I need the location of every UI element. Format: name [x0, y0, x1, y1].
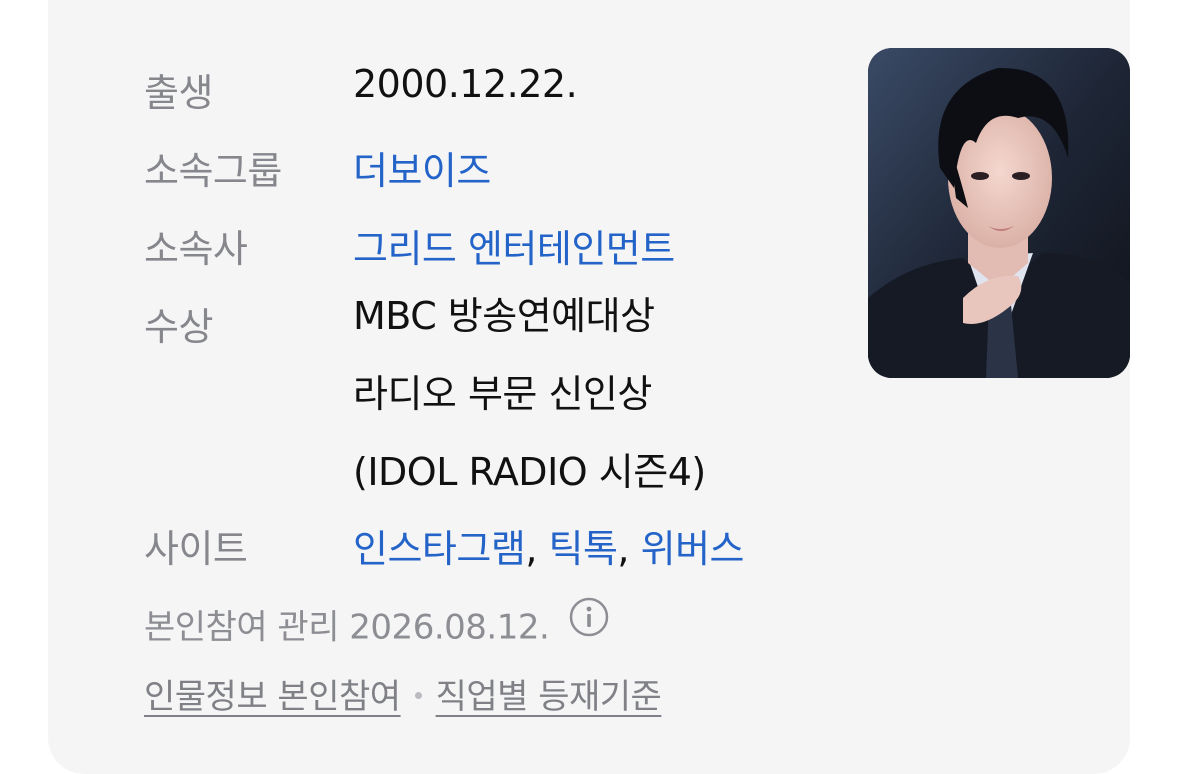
birth-label: 출생: [144, 71, 213, 115]
birth-value: 2000.12.22.: [353, 62, 578, 106]
site-link-instagram[interactable]: 인스타그램: [353, 527, 526, 571]
person-portrait-photo: [868, 48, 1130, 378]
sites-value: 인스타그램, 틱톡, 위버스: [353, 518, 745, 573]
site-link-weverse[interactable]: 위버스: [641, 527, 745, 571]
sites-label: 사이트: [144, 527, 248, 571]
site-link-tiktok[interactable]: 틱톡: [549, 527, 618, 571]
managed-info: 본인참여 관리 2026.08.12.: [144, 597, 610, 658]
profile-photo[interactable]: [868, 48, 1130, 378]
awards-label: 수상: [144, 305, 213, 349]
site-separator: ,: [617, 527, 630, 571]
site-separator: ,: [525, 527, 537, 571]
listing-criteria-link[interactable]: 직업별 등재기준: [436, 677, 662, 717]
info-circle-icon[interactable]: [568, 596, 610, 654]
dot-separator: [414, 692, 422, 699]
awards-value: MBC 방송연예대상 라디오 부문 신인상 (IDOL RADIO 시즌4): [353, 277, 706, 511]
managed-text: 본인참여 관리 2026.08.12.: [144, 607, 550, 648]
footer-links: 인물정보 본인참여 직업별 등재기준: [144, 670, 662, 724]
group-label: 소속그룹: [144, 149, 282, 193]
agency-link[interactable]: 그리드 엔터테인먼트: [353, 218, 675, 273]
profile-participation-link[interactable]: 인물정보 본인참여: [144, 677, 401, 717]
profile-card: 출생 2000.12.22. 소속그룹 더보이즈 소속사 그리드 엔터테인먼트 …: [48, 0, 1130, 774]
agency-label: 소속사: [144, 227, 248, 271]
award-line-2: 라디오 부문 신인상: [353, 372, 652, 416]
award-line-3: (IDOL RADIO 시즌4): [353, 450, 706, 494]
group-link[interactable]: 더보이즈: [353, 140, 491, 195]
award-line-1: MBC 방송연예대상: [353, 294, 655, 338]
